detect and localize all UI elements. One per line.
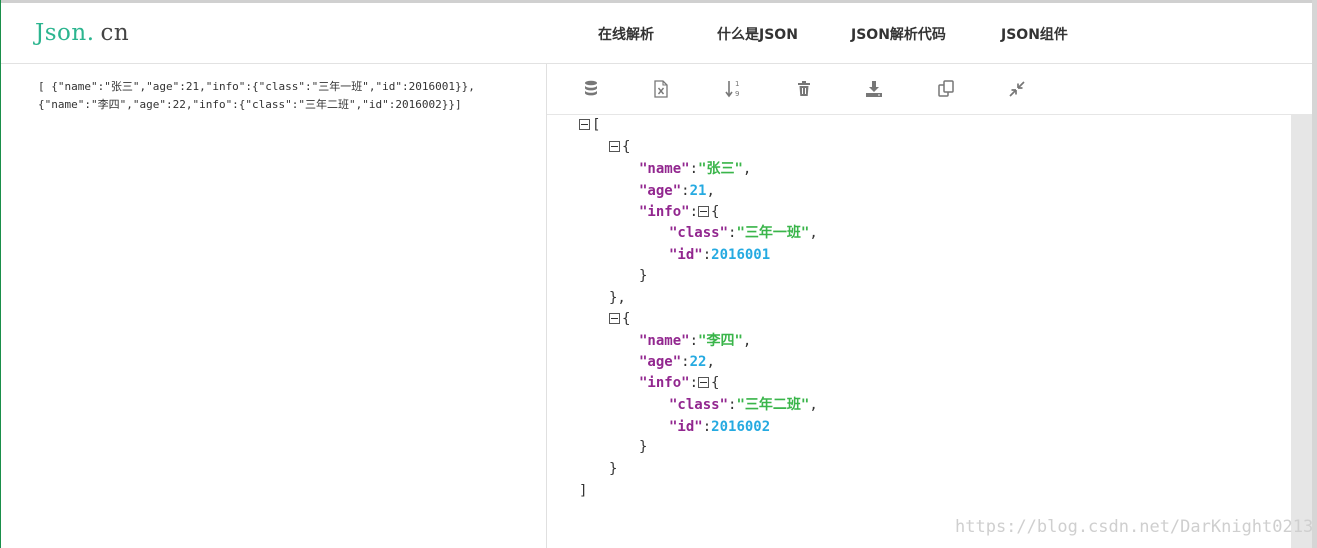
collapse-toggle-icon[interactable]: [698, 205, 710, 217]
viewer-scrollbar[interactable]: [1291, 115, 1312, 548]
collapse-toggle-icon[interactable]: [609, 140, 620, 152]
tree-root-open: [: [579, 115, 600, 136]
json-key: "id": [669, 247, 703, 263]
svg-text:9: 9: [735, 90, 739, 98]
json-number-value: 22: [689, 354, 707, 370]
tree-object-open: {: [609, 309, 630, 330]
comma: ,: [809, 397, 818, 413]
json-key: "name": [639, 161, 690, 177]
colon: :: [702, 419, 712, 435]
logo-main: Json: [35, 20, 87, 46]
tree-row: "age":21,: [639, 181, 715, 202]
colon: :: [702, 247, 712, 263]
nav-what-is-json[interactable]: 什么是JSON: [717, 24, 798, 44]
colon: :: [689, 375, 699, 391]
comma: ,: [742, 161, 752, 177]
logo-suffix: cn: [100, 20, 130, 46]
json-key: "class": [669, 225, 729, 241]
json-string-value: "张三": [698, 161, 743, 177]
comma: ,: [706, 183, 715, 199]
colon: :: [689, 161, 699, 177]
copy-icon[interactable]: [935, 78, 957, 100]
brace: {: [711, 204, 720, 220]
tree-row: "name":"张三",: [639, 159, 751, 180]
json-key: "age": [639, 354, 682, 370]
colon: :: [681, 354, 690, 370]
json-tree-viewer[interactable]: [ { "name":"张三", "age":21, "info":{ "cla…: [547, 115, 1291, 548]
svg-text:1: 1: [735, 80, 739, 88]
bracket: [: [592, 117, 601, 133]
tree-row: "id":2016001: [669, 245, 770, 266]
viewer-toolbar: 19: [547, 64, 1312, 115]
json-key: "info": [639, 204, 690, 220]
nav-json-parse-code[interactable]: JSON解析代码: [851, 24, 946, 44]
json-string-value: "李四": [698, 333, 743, 349]
tree-row: "name":"李四",: [639, 331, 751, 352]
collapse-toggle-icon[interactable]: [579, 118, 590, 130]
tree-row: "id":2016002: [669, 417, 770, 438]
json-input-pane[interactable]: [ {"name":"张三","age":21,"info":{"class":…: [1, 64, 547, 548]
nav-json-components[interactable]: JSON组件: [1001, 24, 1068, 44]
watermark: https://blog.csdn.net/DarKnight0213: [955, 517, 1314, 537]
json-input-text[interactable]: [ {"name":"张三","age":21,"info":{"class":…: [38, 78, 528, 114]
json-string-value: "三年一班": [736, 225, 810, 241]
site-logo[interactable]: Json. cn: [35, 20, 129, 46]
comma: ,: [809, 225, 818, 241]
database-icon[interactable]: [580, 78, 602, 100]
site-header: Json. cn 在线解析 什么是JSON JSON解析代码 JSON组件: [1, 3, 1312, 64]
tree-row: "info": {: [639, 373, 719, 394]
brace: {: [711, 375, 720, 391]
colon: :: [689, 333, 699, 349]
tree-object-open: {: [609, 137, 630, 158]
json-input-line: {"name":"李四","age":22,"info":{"class":"三…: [38, 98, 462, 111]
json-key: "info": [639, 375, 690, 391]
json-key: "name": [639, 333, 690, 349]
sort-icon[interactable]: 19: [722, 78, 744, 100]
tree-close-brace: }: [609, 461, 618, 477]
tree-close-brace: }: [639, 439, 648, 455]
tree-row: "age":22,: [639, 352, 715, 373]
tree-row: "class":"三年二班",: [669, 395, 818, 416]
brace: {: [622, 311, 631, 327]
nav-online-parse[interactable]: 在线解析: [598, 24, 654, 44]
json-number-value: 21: [689, 183, 707, 199]
tree-row: "info": {: [639, 202, 719, 223]
json-input-line: [ {"name":"张三","age":21,"info":{"class":…: [38, 80, 475, 93]
compress-icon[interactable]: [1006, 78, 1028, 100]
json-number-value: 2016002: [711, 419, 771, 435]
json-number-value: 2016001: [711, 247, 771, 263]
window-right-border: [1312, 0, 1317, 548]
collapse-toggle-icon[interactable]: [609, 312, 620, 324]
json-string-value: "三年二班": [736, 397, 810, 413]
download-icon[interactable]: [863, 78, 885, 100]
tree-root-close: ]: [579, 483, 588, 499]
json-key: "age": [639, 183, 682, 199]
json-key: "class": [669, 397, 729, 413]
collapse-toggle-icon[interactable]: [698, 376, 710, 388]
colon: :: [689, 204, 699, 220]
brace: {: [622, 139, 631, 155]
tree-close-brace: },: [609, 290, 626, 306]
colon: :: [681, 183, 690, 199]
excel-icon[interactable]: [650, 78, 672, 100]
comma: ,: [742, 333, 752, 349]
tree-row: "class":"三年一班",: [669, 223, 818, 244]
comma: ,: [706, 354, 715, 370]
trash-icon[interactable]: [793, 78, 815, 100]
tree-close-brace: }: [639, 268, 648, 284]
json-key: "id": [669, 419, 703, 435]
logo-dot: .: [86, 20, 95, 46]
